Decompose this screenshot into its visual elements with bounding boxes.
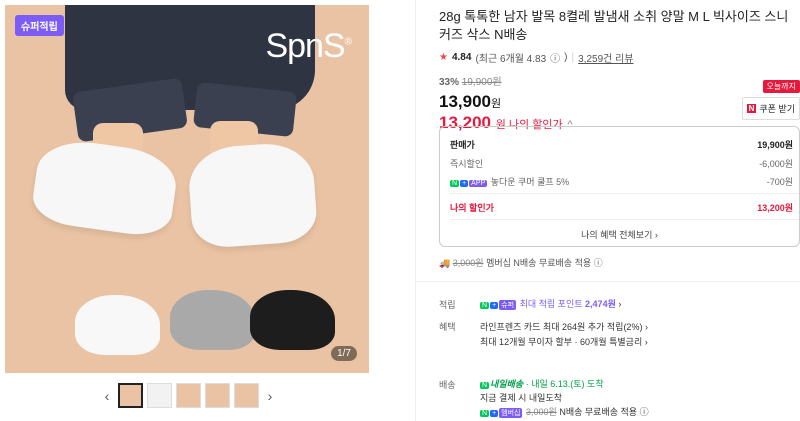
black-sock-product [250, 290, 335, 350]
white-sock-right [186, 140, 319, 250]
info-icon[interactable]: ⓘ [594, 258, 603, 268]
breakdown-coupon-row: N + APP 놓다운 쿠머 쿨프 5% -700원 [450, 177, 793, 187]
original-price: 19,900원 [461, 77, 502, 88]
truck-icon: 🚚 [439, 258, 451, 268]
thumbnail-strip: ‹ › [100, 383, 277, 408]
discount-percent: 33% [439, 77, 460, 88]
points-label: 적립 [439, 300, 456, 310]
view-all-benefits-link[interactable]: 나의 혜택 전체보기 › [440, 228, 799, 241]
coupon-area: 오늘까지 N 쿠폰 받기 [730, 76, 800, 120]
image-counter: 1/7 [331, 346, 357, 361]
breakdown-my-price-row: 나의 할인가 13,200원 [450, 203, 793, 213]
benefit-label: 혜택 [439, 322, 456, 332]
info-icon[interactable]: ⓘ [640, 407, 649, 417]
points-value[interactable]: N + 슈퍼 최대 적립 포인트 2,474원 › [480, 297, 621, 310]
app-badge: APP [469, 180, 488, 187]
shipping-row: 🚚 3,000원 멤버십 N배송 무료배송 적용 ⓘ [439, 258, 603, 268]
today-only-badge: 오늘까지 [762, 80, 800, 93]
product-title: 28g 톡톡한 남자 발목 8켤레 발냄새 소취 양말 M L 빅사이즈 스니커… [439, 9, 789, 42]
breakdown-instant-row: 즉시할인 -6,000원 [450, 159, 793, 169]
thumbnail-4[interactable] [205, 383, 230, 408]
coupon-button[interactable]: N 쿠폰 받기 [741, 97, 800, 120]
delivery-label: 배송 [439, 380, 456, 390]
white-sock-left [29, 135, 181, 240]
review-count-link[interactable]: 3,259건 리뷰 [578, 50, 633, 65]
thumbnail-3[interactable] [176, 383, 201, 408]
breakdown-sale-row: 판매가 19,900원 [450, 140, 793, 150]
thumbnail-5[interactable] [234, 383, 259, 408]
card-benefit-link[interactable]: 라인프렌즈 카드 최대 264원 추가 적립(2%) › [480, 320, 648, 333]
delivery-now: 지금 결제 시 내일도착 [480, 393, 563, 403]
delivery-info: N 내일배송 · 내일 6.13.(토) 도착 [480, 379, 604, 389]
naver-n-icon: N [746, 104, 757, 113]
installment-benefit-link[interactable]: 최대 12개월 무이자 할부 · 60개월 특별금리 › [480, 335, 648, 348]
info-icon[interactable]: ⓘ [550, 50, 560, 65]
panel-divider [415, 0, 416, 421]
brand-logo: SpnS® [265, 27, 352, 65]
white-sock-product [75, 295, 160, 355]
super-points-badge: 슈퍼적립 [15, 15, 64, 36]
naver-n-icon: N [480, 382, 490, 389]
product-gallery: 슈퍼적립 SpnS® 1/7 ‹ › [0, 0, 415, 421]
thumbnail-1[interactable] [118, 383, 143, 408]
delivery-free: N + 멤버십 3,000원 N배송 무료배송 적용 ⓘ [480, 407, 649, 418]
price-breakdown-box: 판매가 19,900원 즉시할인 -6,000원 N + APP 놓다운 쿠머 쿨프 5… [439, 126, 800, 247]
thumbnail-2[interactable] [147, 383, 172, 408]
naver-n-icon: N [450, 180, 460, 187]
rating-row: ★ 4.84 (최근 6개월 4.83 ⓘ) | 3,259건 리뷰 [439, 50, 634, 65]
star-icon: ★ [439, 52, 448, 63]
gray-sock-product [170, 290, 255, 350]
main-product-image[interactable]: 슈퍼적립 SpnS® 1/7 [5, 5, 369, 373]
rating-score: 4.84 [451, 52, 472, 63]
plus-icon: + [460, 180, 469, 187]
thumb-prev-arrow-icon[interactable]: ‹ [100, 388, 114, 404]
rating-recent: (최근 6개월 4.83 [475, 54, 547, 65]
thumb-next-arrow-icon[interactable]: › [263, 388, 277, 404]
